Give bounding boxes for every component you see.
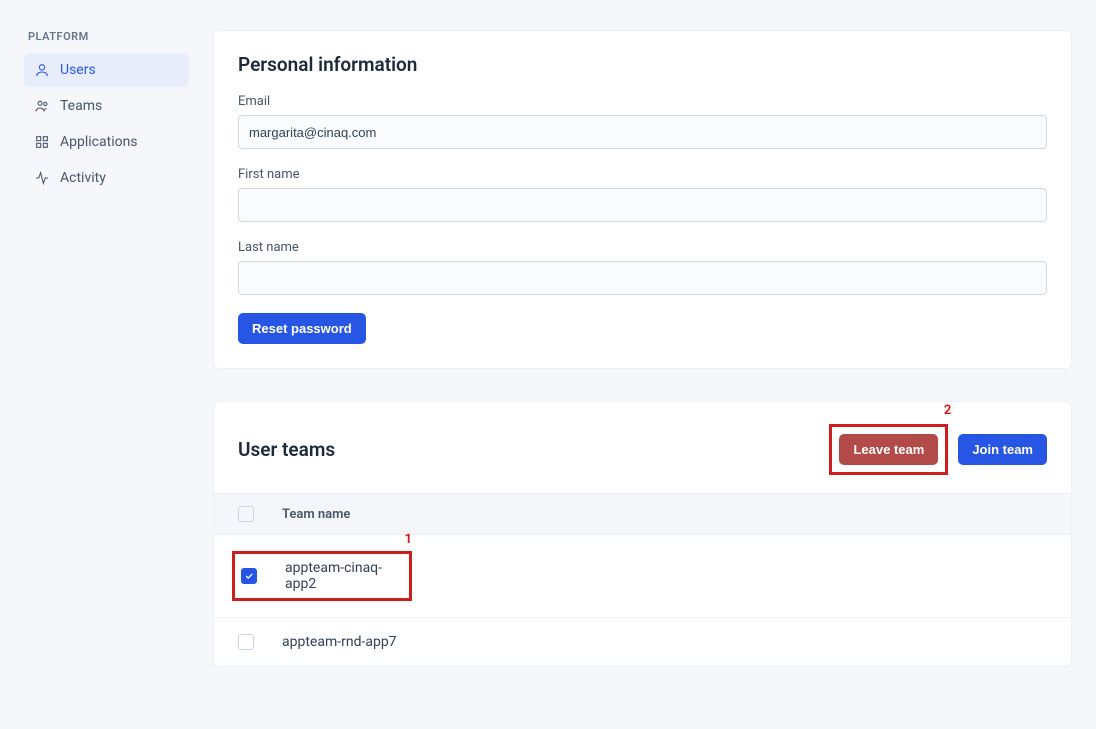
main-content: Personal information Email First name La… bbox=[213, 30, 1072, 699]
sidebar-item-applications[interactable]: Applications bbox=[24, 125, 189, 159]
teams-table-header: Team name bbox=[214, 493, 1071, 535]
sidebar-item-label: Activity bbox=[60, 170, 106, 186]
email-field[interactable] bbox=[238, 115, 1047, 149]
sidebar-heading: PLATFORM bbox=[24, 30, 189, 43]
sidebar-item-label: Applications bbox=[60, 134, 138, 150]
sidebar: PLATFORM Users Teams Applications Activi… bbox=[24, 30, 189, 699]
first-name-label: First name bbox=[238, 167, 1047, 182]
first-name-field[interactable] bbox=[238, 188, 1047, 222]
select-all-checkbox[interactable] bbox=[238, 506, 254, 522]
sidebar-item-teams[interactable]: Teams bbox=[24, 89, 189, 123]
personal-info-card: Personal information Email First name La… bbox=[213, 30, 1072, 369]
team-row-checkbox[interactable] bbox=[241, 568, 257, 584]
user-teams-title: User teams bbox=[238, 438, 335, 461]
team-name-column-header: Team name bbox=[282, 507, 350, 522]
annotation-box-1: 1 appteam-cinaq-app2 bbox=[232, 551, 412, 601]
email-label: Email bbox=[238, 94, 1047, 109]
team-name-cell: appteam-cinaq-app2 bbox=[285, 560, 399, 592]
team-row-checkbox[interactable] bbox=[238, 634, 254, 650]
user-teams-card: User teams 2 Leave team Join team Team n… bbox=[213, 401, 1072, 667]
sidebar-item-label: Teams bbox=[60, 98, 102, 114]
user-icon bbox=[34, 62, 50, 78]
personal-info-title: Personal information bbox=[238, 53, 1047, 76]
last-name-field[interactable] bbox=[238, 261, 1047, 295]
last-name-label: Last name bbox=[238, 240, 1047, 255]
users-icon bbox=[34, 98, 50, 114]
annotation-box-2: 2 Leave team bbox=[829, 424, 948, 475]
leave-team-button[interactable]: Leave team bbox=[839, 434, 938, 465]
table-row: appteam-rnd-app7 bbox=[214, 618, 1071, 666]
sidebar-item-label: Users bbox=[60, 62, 96, 78]
activity-icon bbox=[34, 170, 50, 186]
reset-password-button[interactable]: Reset password bbox=[238, 313, 366, 344]
apps-icon bbox=[34, 134, 50, 150]
table-row: 1 appteam-cinaq-app2 bbox=[214, 535, 1071, 618]
join-team-button[interactable]: Join team bbox=[958, 434, 1047, 465]
annotation-number-1: 1 bbox=[405, 532, 412, 547]
team-name-cell: appteam-rnd-app7 bbox=[282, 634, 397, 650]
annotation-number-2: 2 bbox=[944, 403, 951, 418]
sidebar-item-activity[interactable]: Activity bbox=[24, 161, 189, 195]
sidebar-item-users[interactable]: Users bbox=[24, 53, 189, 87]
